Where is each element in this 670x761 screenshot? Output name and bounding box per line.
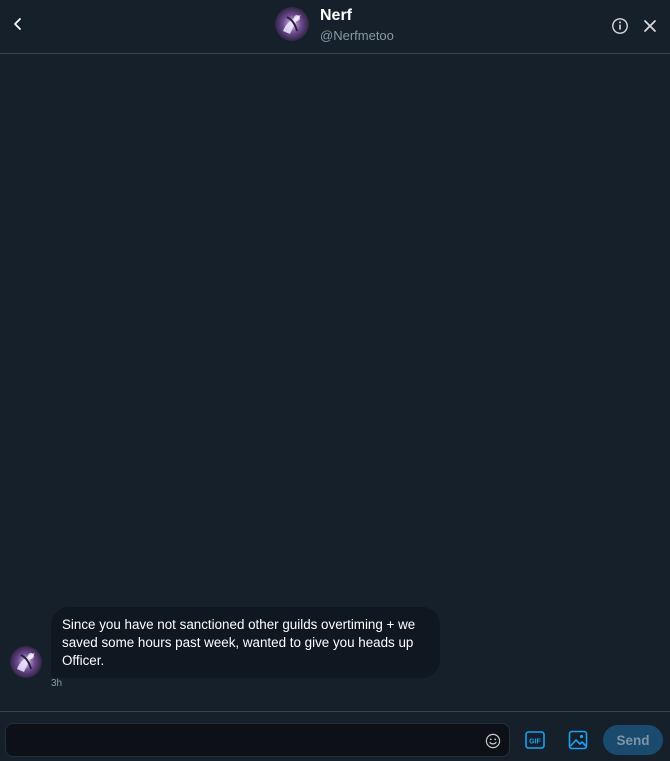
emoji-icon: [485, 733, 501, 749]
message-input[interactable]: [16, 726, 480, 756]
message-input-container[interactable]: [5, 723, 510, 757]
info-icon: [612, 18, 628, 34]
participant-names: Nerf @Nerfmetoo: [320, 7, 394, 43]
message-bubble[interactable]: Since you have not sanctioned other guil…: [51, 607, 440, 678]
message-composer: GIF Send: [0, 711, 670, 761]
message-timestamp: 3h: [51, 678, 63, 689]
participant-handle: @Nerfmetoo: [320, 28, 394, 43]
sender-avatar[interactable]: [10, 646, 42, 678]
conversation-info-button[interactable]: [611, 17, 629, 35]
chevron-left-icon: [14, 18, 21, 30]
emoji-button[interactable]: [485, 733, 501, 749]
close-icon: [644, 20, 656, 32]
back-button[interactable]: [7, 10, 29, 38]
image-icon: [568, 730, 588, 750]
participant-info[interactable]: Nerf @Nerfmetoo: [275, 7, 394, 42]
gif-button[interactable]: GIF: [525, 731, 545, 749]
add-image-button[interactable]: [568, 730, 588, 750]
conversation-header: Nerf @Nerfmetoo: [0, 0, 670, 54]
gif-icon: GIF: [525, 731, 545, 749]
close-button[interactable]: [641, 17, 659, 35]
participant-avatar[interactable]: [275, 7, 309, 41]
dm-window: Nerf @Nerfmetoo Since you have not sanct…: [0, 0, 670, 761]
gif-label: GIF: [529, 738, 541, 745]
message-list[interactable]: Since you have not sanctioned other guil…: [0, 55, 670, 711]
message-item: Since you have not sanctioned other guil…: [10, 607, 440, 678]
participant-display-name: Nerf: [320, 7, 353, 24]
send-button[interactable]: Send: [603, 725, 663, 755]
